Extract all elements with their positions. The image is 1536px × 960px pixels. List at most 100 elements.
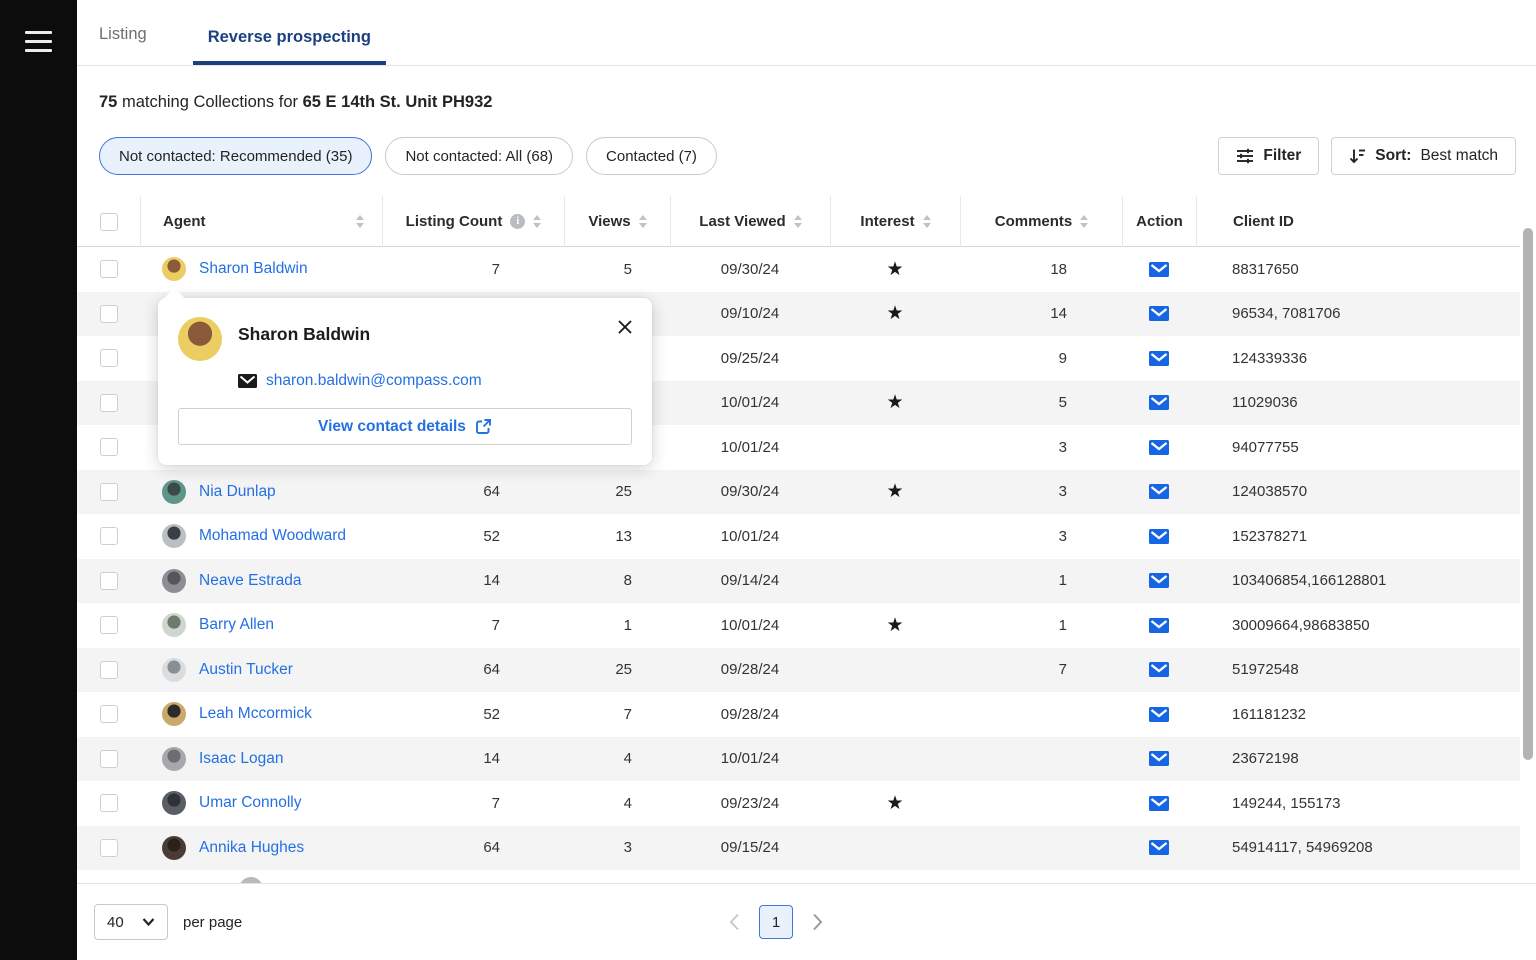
star-icon: ★ xyxy=(886,260,903,279)
last-viewed-cell: 10/01/24 xyxy=(670,514,830,559)
agent-name-link[interactable]: Annika Hughes xyxy=(199,839,304,857)
sort-arrow-icon xyxy=(1349,148,1366,164)
row-checkbox[interactable] xyxy=(100,260,118,278)
summary-line: 75 matching Collections for 65 E 14th St… xyxy=(77,66,1536,112)
last-viewed-cell: 09/10/24 xyxy=(670,292,830,337)
mail-icon[interactable] xyxy=(1149,351,1169,366)
sort-interest-icon[interactable] xyxy=(923,215,931,228)
chip-not-contacted-all[interactable]: Not contacted: All (68) xyxy=(385,137,573,175)
comments-cell xyxy=(960,737,1122,782)
per-page-select[interactable]: 40 xyxy=(94,904,168,940)
last-viewed-cell: 09/28/24 xyxy=(670,648,830,693)
row-checkbox[interactable] xyxy=(100,839,118,857)
views-cell: 5 xyxy=(564,247,670,292)
table-header: Agent Listing Count i Views Last Viewed … xyxy=(77,196,1536,247)
current-page-button[interactable]: 1 xyxy=(759,905,793,939)
last-viewed-cell: 09/28/24 xyxy=(670,692,830,737)
row-checkbox[interactable] xyxy=(100,349,118,367)
agent-name-link[interactable]: Nia Dunlap xyxy=(199,483,276,501)
sort-agent-icon[interactable] xyxy=(356,215,364,228)
row-checkbox[interactable] xyxy=(100,572,118,590)
mail-icon[interactable] xyxy=(1149,840,1169,855)
agent-name-link[interactable]: Isaac Logan xyxy=(199,750,283,768)
mail-icon[interactable] xyxy=(1149,306,1169,321)
mail-icon[interactable] xyxy=(1149,796,1169,811)
mail-icon[interactable] xyxy=(1149,618,1169,633)
row-checkbox[interactable] xyxy=(100,794,118,812)
listing-count-cell: 52 xyxy=(382,692,564,737)
summary-text: matching Collections for xyxy=(117,93,302,111)
hamburger-menu-icon[interactable] xyxy=(25,31,52,52)
listing-count-cell: 64 xyxy=(382,826,564,871)
table-row: Nia Dunlap 64 25 09/30/24 ★ 3 124038570 xyxy=(77,470,1536,515)
select-all-checkbox[interactable] xyxy=(100,213,118,231)
mail-icon[interactable] xyxy=(1149,573,1169,588)
row-checkbox[interactable] xyxy=(100,705,118,723)
row-checkbox[interactable] xyxy=(100,394,118,412)
scrollbar-track xyxy=(1520,225,1536,883)
row-checkbox[interactable] xyxy=(100,305,118,323)
next-page-icon[interactable] xyxy=(812,913,823,931)
info-icon[interactable]: i xyxy=(510,214,525,229)
client-id-cell: 88317650 xyxy=(1196,247,1536,292)
mail-icon[interactable] xyxy=(1149,440,1169,455)
listing-count-cell: 7 xyxy=(382,603,564,648)
view-contact-details-button[interactable]: View contact details xyxy=(178,408,632,445)
agent-name-link[interactable]: Sharon Baldwin xyxy=(199,260,308,278)
chip-not-contacted-recommended[interactable]: Not contacted: Recommended (35) xyxy=(99,137,372,175)
agent-avatar xyxy=(162,658,186,682)
views-cell: 3 xyxy=(564,826,670,871)
table-row: Umar Connolly 7 4 09/23/24 ★ 149244, 155… xyxy=(77,781,1536,826)
mail-icon[interactable] xyxy=(1149,662,1169,677)
row-checkbox[interactable] xyxy=(100,527,118,545)
tab-listing[interactable]: Listing xyxy=(99,25,147,65)
mail-icon[interactable] xyxy=(1149,751,1169,766)
row-checkbox[interactable] xyxy=(100,616,118,634)
agent-name-link[interactable]: Mohamad Woodward xyxy=(199,527,346,545)
sort-listing-count-icon[interactable] xyxy=(533,215,541,228)
sort-button[interactable]: Sort: Best match xyxy=(1331,137,1516,175)
sort-button-prefix: Sort: xyxy=(1375,147,1411,165)
sort-comments-icon[interactable] xyxy=(1080,215,1088,228)
sort-views-icon[interactable] xyxy=(639,215,647,228)
client-id-cell: 23672198 xyxy=(1196,737,1536,782)
tab-reverse-prospecting[interactable]: Reverse prospecting xyxy=(193,28,386,65)
comments-cell xyxy=(960,692,1122,737)
agent-email-link[interactable]: sharon.baldwin@compass.com xyxy=(266,372,482,390)
chip-contacted[interactable]: Contacted (7) xyxy=(586,137,717,175)
row-checkbox[interactable] xyxy=(100,483,118,501)
mail-icon[interactable] xyxy=(1149,707,1169,722)
mail-icon[interactable] xyxy=(1149,395,1169,410)
agent-avatar xyxy=(162,836,186,860)
mail-icon[interactable] xyxy=(1149,529,1169,544)
pagination: 1 xyxy=(729,905,823,939)
col-interest: Interest xyxy=(860,213,914,230)
agent-name-link[interactable]: Barry Allen xyxy=(199,616,274,634)
row-checkbox[interactable] xyxy=(100,661,118,679)
last-viewed-cell: 10/01/24 xyxy=(670,425,830,470)
listing-count-cell: 64 xyxy=(382,648,564,693)
row-checkbox[interactable] xyxy=(100,750,118,768)
sort-last-viewed-icon[interactable] xyxy=(794,215,802,228)
comments-cell: 1 xyxy=(960,559,1122,604)
mail-icon[interactable] xyxy=(1149,484,1169,499)
close-icon[interactable] xyxy=(617,319,633,335)
agent-name-link[interactable]: Leah Mccormick xyxy=(199,705,312,723)
agent-avatar xyxy=(162,791,186,815)
agent-name-link[interactable]: Neave Estrada xyxy=(199,572,302,590)
row-checkbox[interactable] xyxy=(100,438,118,456)
comments-cell: 3 xyxy=(960,514,1122,559)
mail-icon[interactable] xyxy=(1149,262,1169,277)
comments-cell: 9 xyxy=(960,336,1122,381)
agent-name-link[interactable]: Umar Connolly xyxy=(199,794,302,812)
envelope-icon xyxy=(238,374,257,388)
views-cell: 1 xyxy=(564,603,670,648)
scrollbar-thumb[interactable] xyxy=(1523,228,1533,760)
client-id-cell: 54914117, 54969208 xyxy=(1196,826,1536,871)
prev-page-icon[interactable] xyxy=(729,913,740,931)
filter-button[interactable]: Filter xyxy=(1218,137,1319,175)
col-listing-count: Listing Count xyxy=(406,213,503,230)
client-id-cell: 30009664,98683850 xyxy=(1196,603,1536,648)
agent-name-link[interactable]: Austin Tucker xyxy=(199,661,293,679)
table-row-partial xyxy=(77,870,1536,883)
